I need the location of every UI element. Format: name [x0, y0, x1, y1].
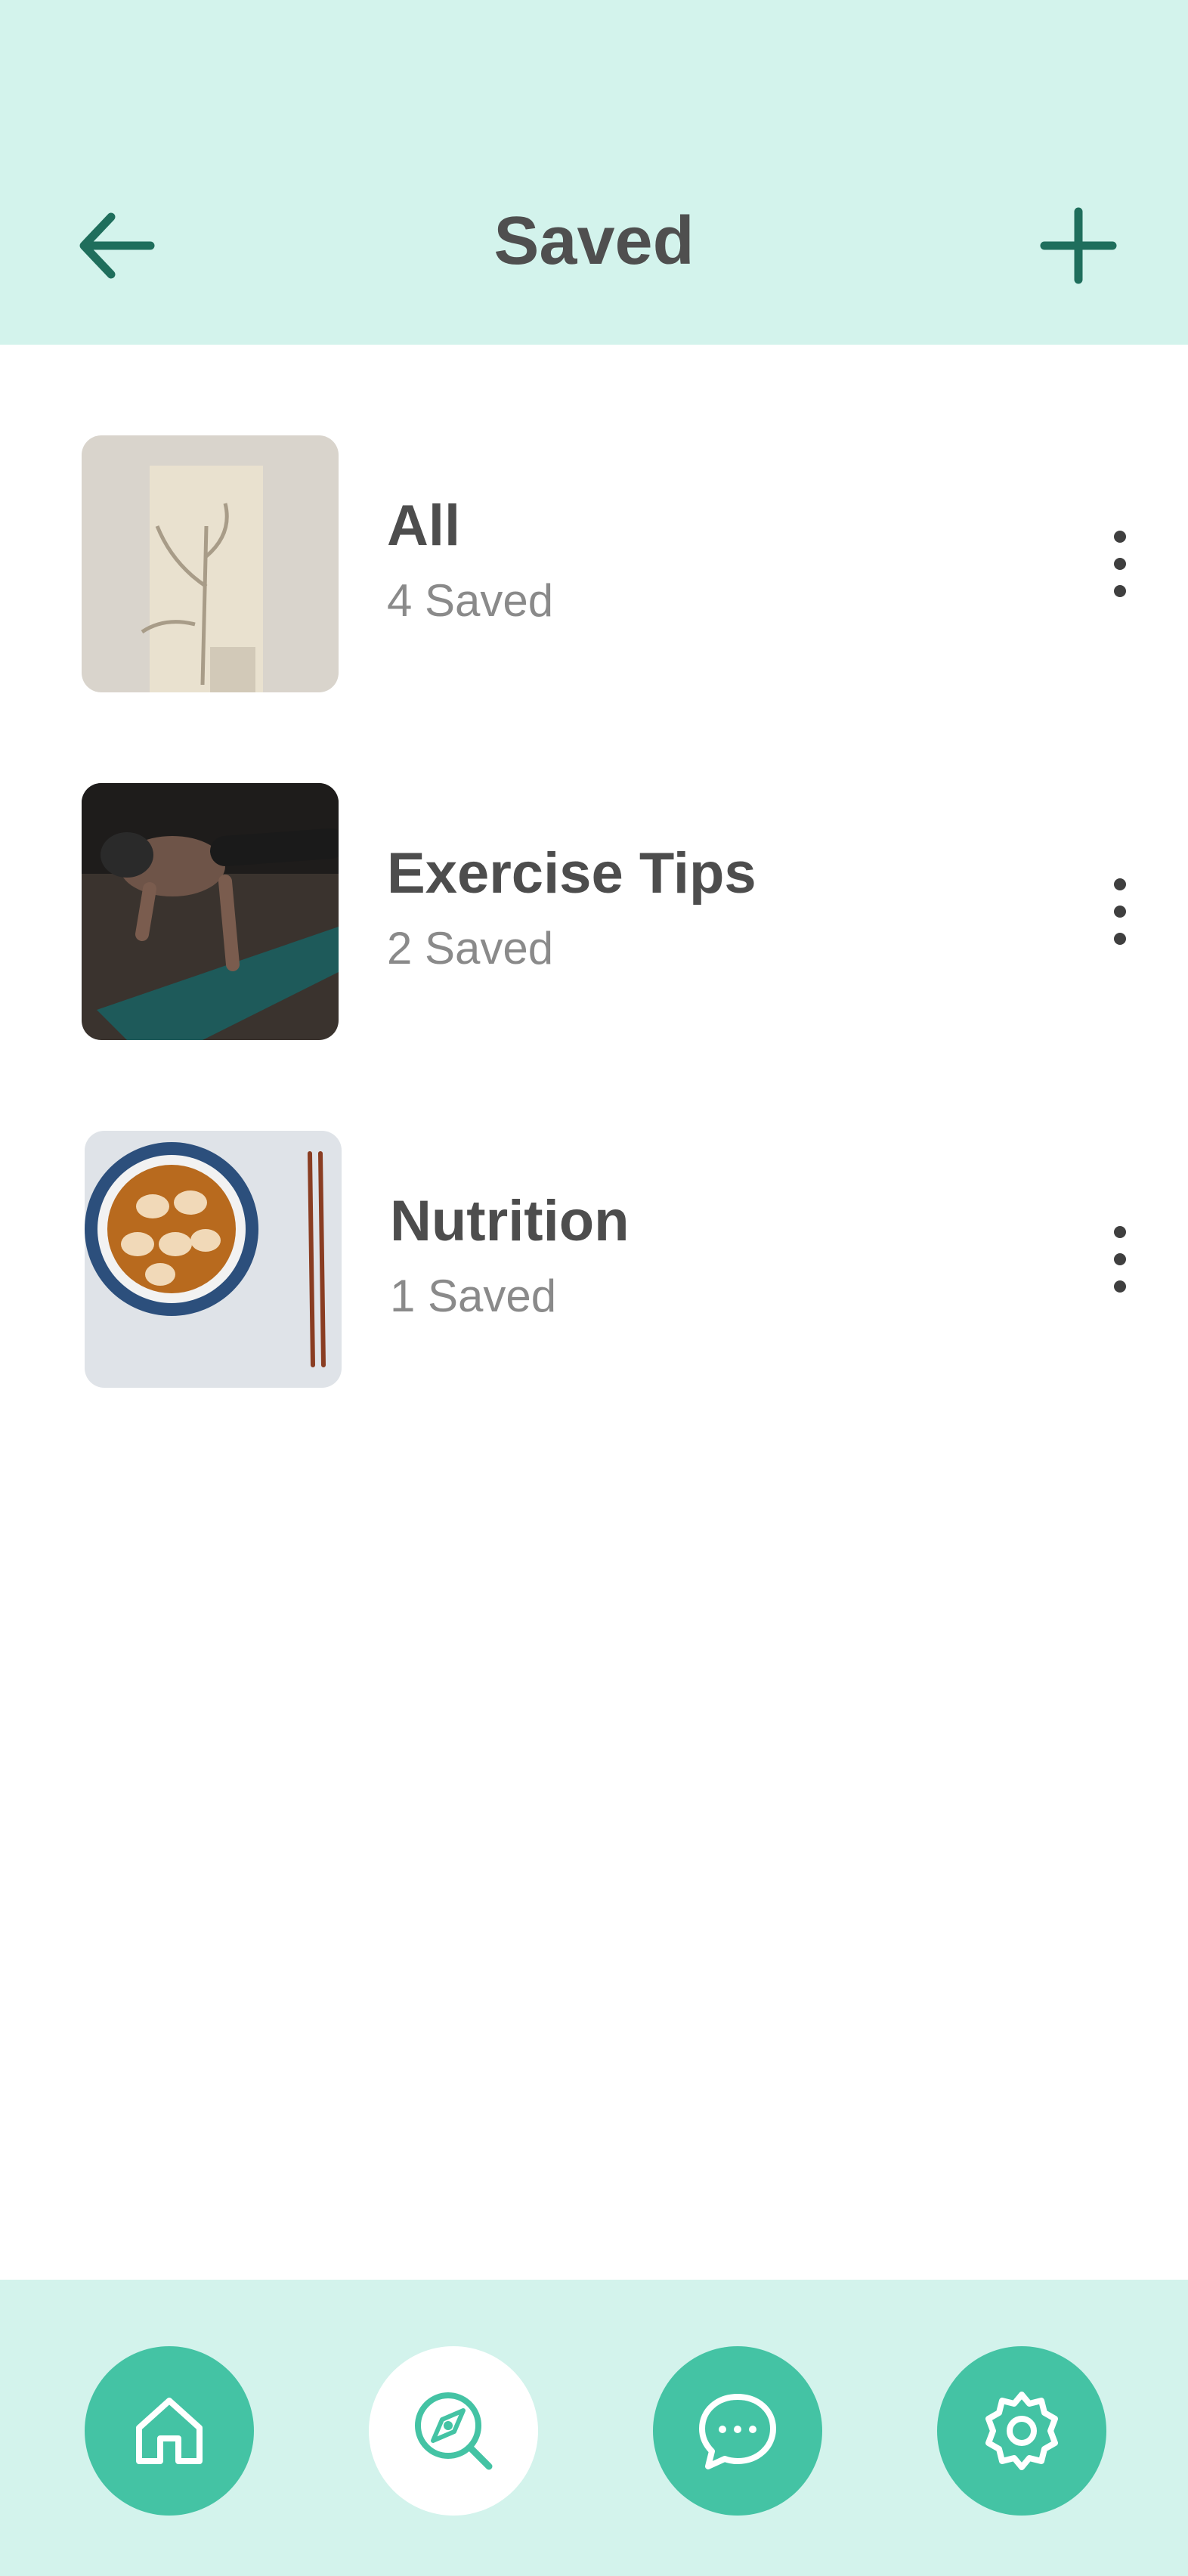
collection-count: 2 Saved [387, 923, 554, 974]
more-options-button[interactable] [1082, 1206, 1158, 1312]
home-icon [136, 2398, 203, 2464]
collection-title: Exercise Tips [387, 841, 756, 906]
collection-thumbnail [82, 783, 339, 1040]
tab-discover[interactable] [369, 2346, 538, 2516]
gear-icon [985, 2392, 1058, 2470]
more-options-button[interactable] [1082, 511, 1158, 617]
plus-icon [1040, 207, 1117, 284]
tab-messages[interactable] [653, 2346, 822, 2516]
more-vertical-icon [1114, 878, 1126, 890]
more-vertical-icon [1114, 531, 1126, 543]
search-compass-icon [415, 2392, 493, 2470]
collection-title: All [387, 494, 461, 558]
chat-bubble-icon [699, 2394, 776, 2469]
top-bar: Saved [0, 0, 1188, 345]
add-collection-button[interactable] [1022, 189, 1135, 302]
collection-thumbnail [85, 1131, 342, 1388]
collection-count: 1 Saved [390, 1271, 557, 1321]
plant-shadow-photo [82, 435, 339, 692]
pushup-yoga-mat-photo [82, 783, 339, 1040]
list-item[interactable]: All 4 Saved [0, 435, 1188, 692]
bottom-tab-bar [0, 2280, 1188, 2576]
tab-settings[interactable] [937, 2346, 1106, 2516]
dumpling-soup-photo [85, 1131, 342, 1388]
collection-title: Nutrition [390, 1189, 630, 1253]
collection-thumbnail [82, 435, 339, 692]
more-options-button[interactable] [1082, 859, 1158, 964]
list-item[interactable]: Exercise Tips 2 Saved [0, 783, 1188, 1040]
list-item[interactable]: Nutrition 1 Saved [0, 1131, 1188, 1388]
collection-count: 4 Saved [387, 575, 554, 626]
page-title: Saved [493, 203, 695, 279]
tab-home[interactable] [85, 2346, 254, 2516]
more-vertical-icon [1114, 1226, 1126, 1238]
